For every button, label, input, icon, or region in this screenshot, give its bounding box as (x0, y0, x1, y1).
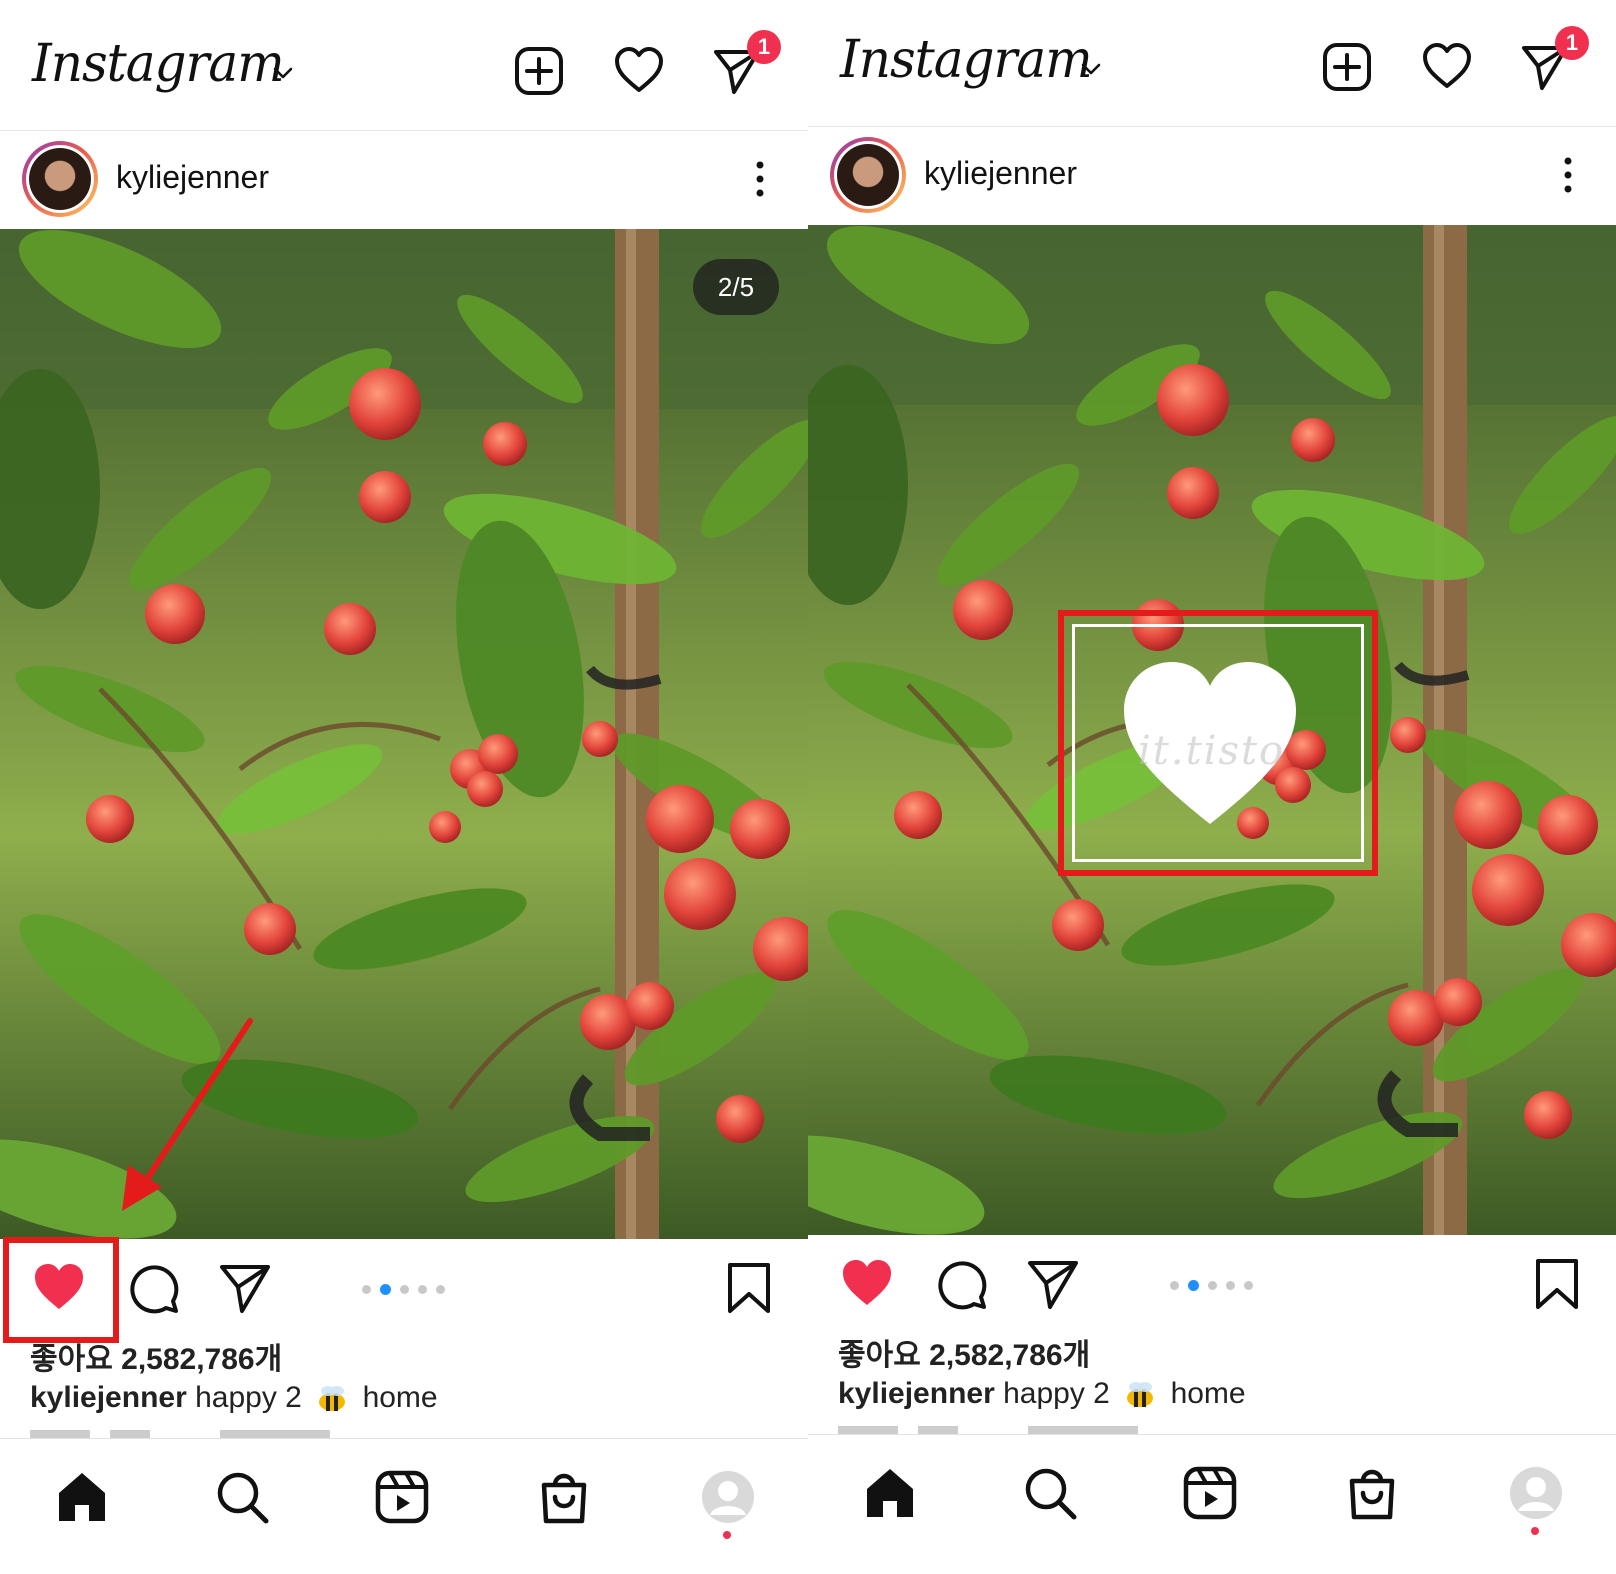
carousel-dot-active (1188, 1280, 1199, 1291)
search-icon[interactable] (1022, 1465, 1078, 1521)
caption-text: happy 2 (195, 1381, 302, 1414)
bookmark-icon[interactable] (722, 1261, 776, 1315)
heart-icon[interactable] (1422, 42, 1472, 92)
instagram-logo: Instagram (840, 28, 1093, 90)
carousel-dot (362, 1285, 371, 1294)
bottom-navigation (0, 1438, 808, 1574)
add-post-icon[interactable] (514, 46, 564, 96)
carousel-indicator (362, 1283, 452, 1297)
top-bar: Instagram 1 (808, 0, 1616, 127)
more-options-icon[interactable] (1560, 155, 1576, 195)
more-options-icon[interactable] (752, 159, 768, 199)
post-caption: kyliejenner happy 2 home (30, 1381, 438, 1415)
profile-notification-dot (1531, 1527, 1539, 1535)
likes-count[interactable]: 좋아요 2,582,786개 (838, 1330, 1090, 1374)
post-header: kyliejenner (808, 127, 1616, 225)
shop-icon[interactable] (536, 1469, 592, 1525)
carousel-dot (1208, 1281, 1217, 1290)
carousel-indicator (1170, 1279, 1260, 1293)
caption-text-end: home (1170, 1377, 1246, 1410)
profile-icon[interactable] (700, 1469, 756, 1525)
add-post-icon[interactable] (1322, 42, 1372, 92)
top-bar: Instagram 1 (0, 0, 808, 131)
carousel-dot (1170, 1281, 1179, 1290)
post-caption: kyliejenner happy 2 home (838, 1377, 1246, 1411)
bee-emoji-icon (1127, 1382, 1154, 1408)
bottom-navigation (808, 1434, 1616, 1571)
carousel-dot (418, 1285, 427, 1294)
like-button-highlight (3, 1237, 119, 1343)
comment-icon[interactable] (126, 1261, 180, 1315)
post-header: kyliejenner (0, 131, 808, 229)
double-tap-heart-highlight (1058, 610, 1378, 876)
reels-icon[interactable] (1182, 1465, 1238, 1521)
home-icon[interactable] (54, 1469, 110, 1525)
instagram-logo: Instagram (32, 32, 285, 94)
search-icon[interactable] (214, 1469, 270, 1525)
carousel-dot (1244, 1281, 1253, 1290)
carousel-dot (1226, 1281, 1235, 1290)
profile-icon[interactable] (1508, 1465, 1564, 1521)
carousel-dot (400, 1285, 409, 1294)
dm-badge: 1 (747, 30, 781, 64)
chevron-down-icon[interactable] (272, 62, 294, 84)
caption-text-end: home (362, 1381, 438, 1414)
carousel-counter: 2/5 (693, 259, 779, 315)
screen-left: Instagram 1 kyliejenner 2/5 좋아요 2,582,78… (0, 0, 808, 1574)
share-icon[interactable] (1026, 1257, 1080, 1311)
bee-emoji-icon (319, 1386, 346, 1412)
post-actions (0, 1239, 808, 1329)
avatar[interactable] (22, 141, 98, 217)
post-username[interactable]: kyliejenner (924, 155, 1077, 192)
heart-icon[interactable] (614, 46, 664, 96)
carousel-dot (436, 1285, 445, 1294)
share-icon[interactable] (218, 1261, 272, 1315)
reels-icon[interactable] (374, 1469, 430, 1525)
home-icon[interactable] (862, 1465, 918, 1521)
caption-username[interactable]: kyliejenner (838, 1377, 995, 1410)
post-actions (808, 1235, 1616, 1325)
avatar[interactable] (830, 137, 906, 213)
red-arrow-annotation (122, 1018, 253, 1211)
like-heart-icon[interactable] (840, 1257, 894, 1311)
bookmark-icon[interactable] (1530, 1257, 1584, 1311)
chevron-down-icon[interactable] (1080, 58, 1102, 80)
dm-badge: 1 (1555, 26, 1589, 60)
caption-username[interactable]: kyliejenner (30, 1381, 187, 1414)
caption-text: happy 2 (1003, 1377, 1110, 1410)
carousel-dot-active (380, 1284, 391, 1295)
post-username[interactable]: kyliejenner (116, 159, 269, 196)
comment-icon[interactable] (934, 1257, 988, 1311)
shop-icon[interactable] (1344, 1465, 1400, 1521)
profile-notification-dot (723, 1531, 731, 1539)
